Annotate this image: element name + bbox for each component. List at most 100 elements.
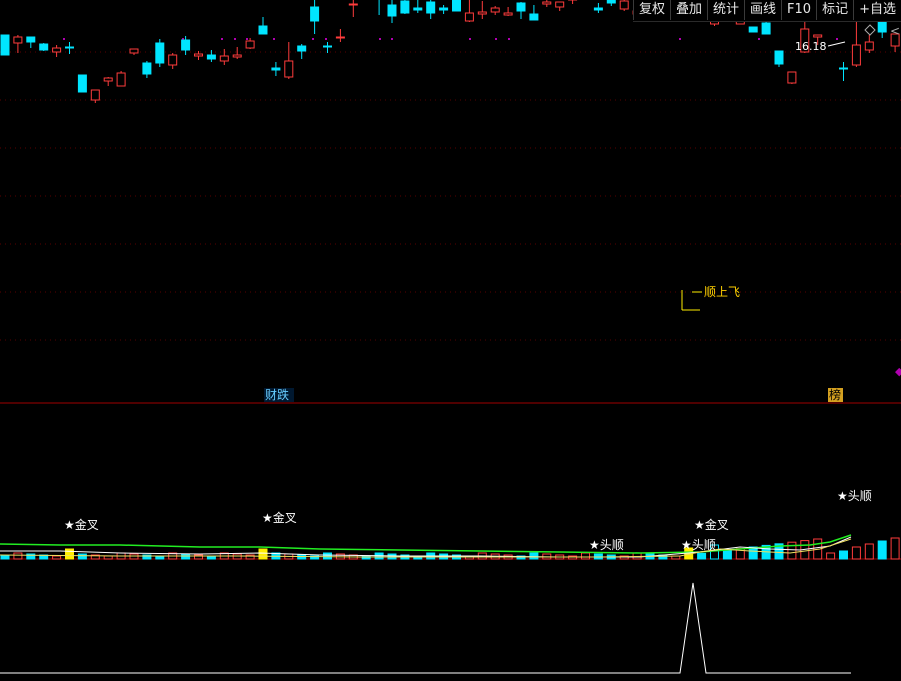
candle-down [181, 39, 191, 51]
marker-dot [391, 38, 393, 40]
candle-down [258, 25, 268, 35]
candle-up [168, 54, 178, 66]
chevron-left-icon[interactable]: < [890, 24, 900, 38]
candle-down [606, 0, 616, 4]
candle-up [619, 0, 629, 10]
annotation-head-3: ★头顺 [837, 489, 872, 503]
candle-down [0, 34, 10, 56]
marker-dot [312, 38, 314, 40]
candle-down [761, 22, 771, 35]
candle-down [206, 54, 216, 60]
candle-down [774, 50, 784, 65]
candle-down [323, 45, 332, 48]
indicator-bar [52, 555, 62, 560]
high-price-label: 16.18 [795, 40, 827, 53]
candle-up [194, 53, 203, 57]
candle-down [426, 1, 436, 14]
marker-dot [273, 38, 275, 40]
candle-up [219, 55, 229, 62]
toolbar: 复权 叠加 统计 画线 F10 标记 +自选 [632, 0, 901, 22]
annotation-head-1: ★头顺 [589, 538, 624, 552]
candle-up [90, 89, 100, 101]
candle-up [284, 60, 294, 78]
candle-up [116, 72, 126, 87]
candle-up [245, 40, 255, 49]
candle-down [748, 26, 758, 33]
indicator-bar [826, 552, 836, 560]
candle-down [310, 6, 320, 22]
annotation-golden-cross-1: ★金叉 [64, 517, 99, 532]
candle-up [813, 34, 823, 38]
annotation-head-2: ★头顺 [681, 538, 716, 552]
overlay-button[interactable]: 叠加 [670, 0, 707, 20]
candle-up [13, 36, 23, 44]
indicator-bar [851, 546, 861, 560]
marker-dot [495, 38, 497, 40]
candle-up [477, 11, 487, 15]
candle-down [877, 20, 887, 33]
annotation-golden-cross-3: ★金叉 [694, 517, 729, 532]
candle-down [400, 0, 410, 14]
marker-dot [758, 38, 760, 40]
marker-dot [469, 38, 471, 40]
candle-up [232, 54, 242, 58]
indicator-bar [77, 553, 87, 560]
marker-dot [508, 38, 510, 40]
candle-up [103, 77, 113, 82]
candle-down [516, 2, 526, 12]
candle-down [77, 74, 87, 93]
candle-down [593, 7, 603, 11]
marker-dot [836, 38, 838, 40]
indicator-bar [258, 548, 268, 560]
marker-dot [234, 38, 236, 40]
candle-up [335, 36, 345, 39]
candle-up [542, 1, 552, 5]
candle-up [129, 48, 139, 54]
kline-chart[interactable]: 16.18 < ◆ 顺上飞 财跌 榜 ★金叉 ★金叉 ★头顺 ★头顺 ★金叉 ★… [0, 0, 901, 681]
marker-dot [379, 38, 381, 40]
candle-down [387, 4, 397, 17]
ranking-tag[interactable]: 榜 [829, 387, 841, 402]
indicator-bar [323, 552, 332, 560]
candle-down [65, 46, 74, 49]
mark-button[interactable]: 标记 [816, 0, 853, 20]
candle-up [348, 3, 358, 6]
f10-button[interactable]: F10 [781, 0, 816, 20]
draw-line-button[interactable]: 画线 [744, 0, 781, 20]
restore-rights-button[interactable]: 复权 [632, 0, 670, 20]
candle-up [52, 47, 62, 53]
finance-drop-tag[interactable]: 财跌 [265, 387, 289, 402]
candle-down [142, 62, 152, 75]
indicator-bar [787, 541, 797, 560]
candle-up [490, 7, 500, 13]
indicator-bar [632, 552, 642, 560]
right-edge-marker: ◆ [895, 365, 901, 378]
candle-down [839, 67, 848, 70]
candle-up [787, 71, 797, 84]
marker-dot [221, 38, 223, 40]
indicator-bar [890, 537, 900, 560]
indicator-bar [839, 550, 848, 560]
candle-down [452, 0, 461, 12]
indicator-bar [877, 540, 887, 560]
indicator-bar [529, 552, 539, 560]
candle-down [439, 7, 449, 11]
indicator-bar [864, 543, 874, 560]
candle-up [864, 41, 874, 51]
candle-up [555, 1, 565, 8]
candle-down [413, 7, 423, 11]
annotation-golden-cross-2: ★金叉 [262, 510, 297, 525]
add-watchlist-button[interactable]: +自选 [853, 0, 901, 20]
candle-up [851, 44, 861, 66]
indicator-bar [697, 552, 707, 560]
indicator-bar [65, 548, 74, 560]
candle-down [529, 13, 539, 21]
indicator-bar [13, 552, 23, 560]
signal-label: 顺上飞 [704, 285, 740, 299]
candle-down [297, 45, 307, 52]
marker-dot [325, 38, 327, 40]
indicator-bar [103, 555, 113, 560]
statistics-button[interactable]: 统计 [707, 0, 744, 20]
candle-down [26, 36, 36, 43]
candle-down [271, 67, 281, 71]
